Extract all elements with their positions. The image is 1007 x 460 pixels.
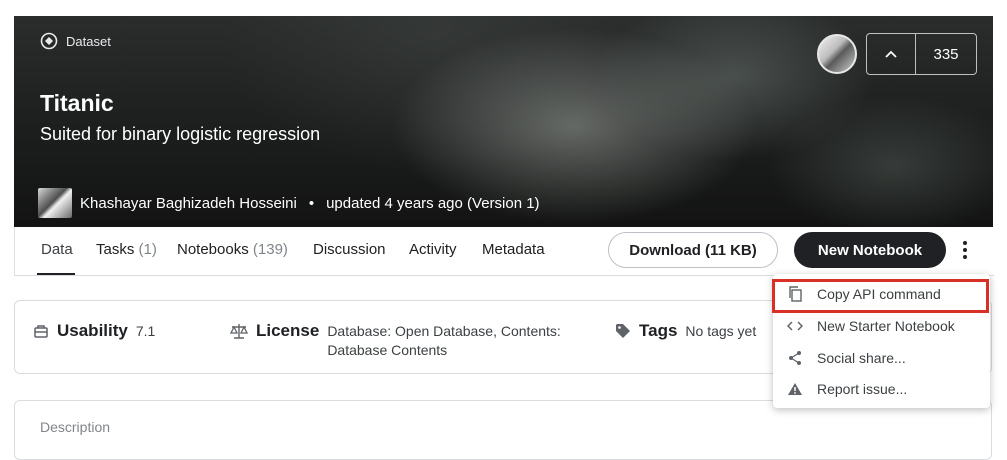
tab-label: Metadata xyxy=(482,241,545,258)
tab-discussion[interactable]: Discussion xyxy=(313,241,386,258)
menu-item-report-issue[interactable]: Report issue... xyxy=(773,374,990,404)
dataset-icon xyxy=(40,32,58,50)
kebab-dot xyxy=(963,255,967,259)
description-label: Description xyxy=(40,419,111,435)
tab-label: Data xyxy=(41,241,73,258)
tab-data[interactable]: Data xyxy=(41,241,73,258)
chevron-up-icon xyxy=(885,50,897,58)
tab-label: Activity xyxy=(409,241,457,258)
tags-label: Tags xyxy=(639,321,678,340)
usability-label: Usability xyxy=(57,321,128,340)
dataset-header-banner: Dataset Titanic Suited for binary logist… xyxy=(14,16,993,227)
separator: • xyxy=(308,194,315,212)
new-notebook-button[interactable]: New Notebook xyxy=(794,232,946,268)
dataset-badge-label: Dataset xyxy=(66,33,111,49)
tags-item: Tags No tags yet xyxy=(615,321,756,344)
description-card: Description xyxy=(14,400,992,460)
tag-icon xyxy=(615,323,631,344)
download-button[interactable]: Download (11 KB) xyxy=(608,232,778,268)
code-icon xyxy=(787,320,803,332)
tab-count: (1) xyxy=(138,241,157,258)
tab-metadata[interactable]: Metadata xyxy=(482,241,545,258)
share-icon xyxy=(787,350,803,366)
tab-tasks[interactable]: Tasks (1) xyxy=(96,241,157,258)
more-options-menu: Copy API command New Starter Notebook So… xyxy=(773,274,990,408)
menu-item-label: Report issue... xyxy=(817,381,908,397)
tags-value: No tags yet xyxy=(685,323,757,339)
license-label: License xyxy=(256,321,320,340)
upvote-button[interactable] xyxy=(867,34,916,74)
vote-count: 335 xyxy=(933,45,959,63)
tab-label: Discussion xyxy=(313,241,386,258)
menu-item-copy-api-command[interactable]: Copy API command xyxy=(773,279,990,309)
active-tab-indicator xyxy=(37,273,75,275)
tab-count: (139) xyxy=(252,241,288,258)
tab-notebooks[interactable]: Notebooks (139) xyxy=(177,241,288,258)
copy-icon xyxy=(787,286,803,302)
menu-item-label: Copy API command xyxy=(817,286,941,302)
kebab-dot xyxy=(963,248,967,252)
tab-label: Tasks xyxy=(96,241,135,258)
usability-icon xyxy=(33,323,49,344)
tab-label: Notebooks xyxy=(177,241,249,258)
license-value[interactable]: Database: Open Database, Contents: Datab… xyxy=(327,322,597,360)
menu-item-label: Social share... xyxy=(817,350,906,366)
kebab-dot xyxy=(963,241,967,245)
dataset-badge: Dataset xyxy=(40,32,111,50)
menu-item-new-starter-notebook[interactable]: New Starter Notebook xyxy=(773,311,990,341)
usability-item: Usability 7.1 xyxy=(33,321,155,344)
upvote-widget: 335 xyxy=(866,33,977,75)
author-row: Khashayar Baghizadeh Hosseini • updated … xyxy=(38,188,540,218)
more-options-button[interactable] xyxy=(956,236,974,264)
updated-info: updated 4 years ago (Version 1) xyxy=(326,194,540,212)
dataset-title: Titanic xyxy=(40,90,114,116)
author-name[interactable]: Khashayar Baghizadeh Hosseini xyxy=(80,195,297,212)
scale-icon xyxy=(229,323,249,344)
usability-value: 7.1 xyxy=(135,323,156,339)
author-avatar[interactable] xyxy=(38,188,72,218)
license-item: License Database: Open Database, Content… xyxy=(229,321,597,360)
menu-item-label: New Starter Notebook xyxy=(817,318,955,334)
owner-avatar[interactable] xyxy=(817,34,857,74)
dataset-subtitle: Suited for binary logistic regression xyxy=(40,124,321,144)
menu-item-social-share[interactable]: Social share... xyxy=(773,343,990,373)
warning-icon xyxy=(787,382,803,396)
tab-activity[interactable]: Activity xyxy=(409,241,457,258)
